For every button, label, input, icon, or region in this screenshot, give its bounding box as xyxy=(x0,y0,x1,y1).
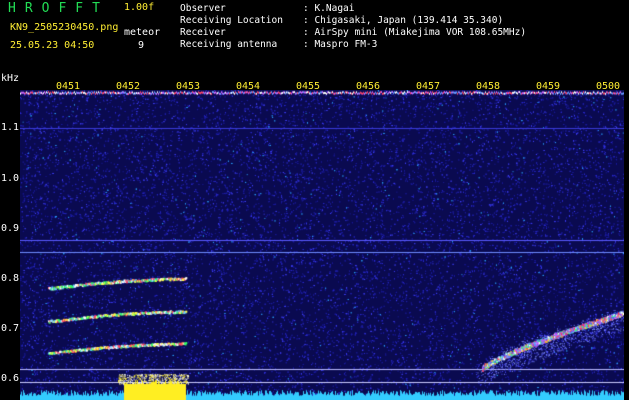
info-antenna-value: : Maspro FM-3 xyxy=(303,39,378,50)
meteor-label: meteor xyxy=(124,27,161,38)
spectrogram-plot xyxy=(20,90,624,400)
app-title: HROFFT xyxy=(8,1,109,16)
meteor-count: 9 xyxy=(138,40,145,51)
y-tick-label: 1.1 xyxy=(1,122,20,133)
y-axis-unit: kHz xyxy=(1,73,20,84)
info-receiver-value: : AirSpy mini (Miakejima VOR 108.65MHz) xyxy=(303,27,527,38)
info-antenna-key: Receiving antenna xyxy=(180,39,278,50)
info-observer-value: : K.Nagai xyxy=(303,3,355,14)
y-tick-label: 0.8 xyxy=(1,273,20,284)
datetime-label: 25.05.23 04:50 xyxy=(10,40,95,51)
info-receiver-key: Receiver xyxy=(180,27,226,38)
y-tick-label: 0.7 xyxy=(1,323,20,334)
info-location-key: Receiving Location xyxy=(180,15,283,26)
y-tick-label: 1.0 xyxy=(1,173,20,184)
info-location-value: : Chigasaki, Japan (139.414 35.340) xyxy=(303,15,504,26)
spectrogram-canvas xyxy=(20,90,624,400)
info-observer-key: Observer xyxy=(180,3,226,14)
y-tick-label: 0.6 xyxy=(1,373,20,384)
filename-label: KN9_2505230450.png xyxy=(10,22,119,33)
y-tick-label: 0.9 xyxy=(1,223,20,234)
version-label: 1.00f xyxy=(124,2,155,13)
